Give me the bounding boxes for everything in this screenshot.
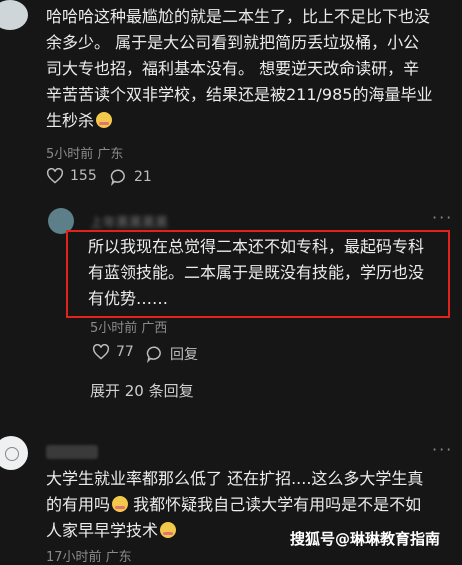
comment-bubble-icon [110,168,128,186]
comment-line: 哈哈哈这种最尴尬的就是二本生了，比上不足比下也没 [46,7,431,26]
comment-line: 余多少。 属于是大公司看到就把简历丢垃圾桶，小公 [46,33,420,52]
more-options-button[interactable]: ··· [432,440,453,459]
comment-line: 辛苦苦读个双非学校，结果还是被211/985的海量毕业 [46,85,433,104]
crying-face-icon [96,112,113,128]
like-count: 77 [116,344,134,360]
reply-line: 所以我现在总觉得二本还不如专科，最起码专科 [88,237,425,256]
comment-line-last: 生秒杀 [46,108,456,134]
expand-replies-button[interactable]: 展开 20 条回复 [90,380,194,401]
like-button[interactable]: 77 [92,344,134,360]
comment-line: 大学生就业率都那么低了 还在扩招....这么多大学生真 [46,469,424,488]
crying-face-icon [160,522,177,538]
crying-face-icon [112,496,129,512]
like-count: 155 [70,168,97,184]
avatar[interactable] [0,436,28,470]
cat-icon [5,447,19,461]
heart-icon [46,168,64,184]
reply-label: 回复 [170,347,198,363]
watermark: 搜狐号@琳琳教育指南 [290,530,441,548]
comment-line: 司大专也招，福利基本没有。 想要逆天改命读研，辛 [46,59,420,78]
comment-text: 哈哈哈这种最尴尬的就是二本生了，比上不足比下也没 余多少。 属于是大公司看到就把… [46,4,456,134]
comment-bubble-icon [146,345,164,363]
comment-meta: 5小时前 广东 [46,147,124,162]
reply-line: 有优势…… [88,289,169,308]
reply-text: 所以我现在总觉得二本还不如专科，最起码专科 有蓝领技能。二本属于是既没有技能，学… [88,234,444,312]
reply-count: 21 [134,169,152,185]
avatar[interactable] [0,0,28,30]
reply-button[interactable]: 回复 [146,344,198,364]
like-button[interactable]: 155 [46,168,97,184]
username[interactable]: 上年黑黑黑黑 [90,212,188,231]
reply-count-button[interactable]: 21 [110,168,152,186]
username[interactable] [46,445,98,459]
reply-meta: 5小时前 广西 [90,321,168,336]
more-options-button[interactable]: ··· [432,208,453,227]
comment-line: 的有用吗 我都怀疑我自己读大学有用吗是不是不如 [46,495,422,514]
heart-icon [92,344,110,360]
reply-line: 有蓝领技能。二本属于是既没有技能，学历也没 [88,263,425,282]
